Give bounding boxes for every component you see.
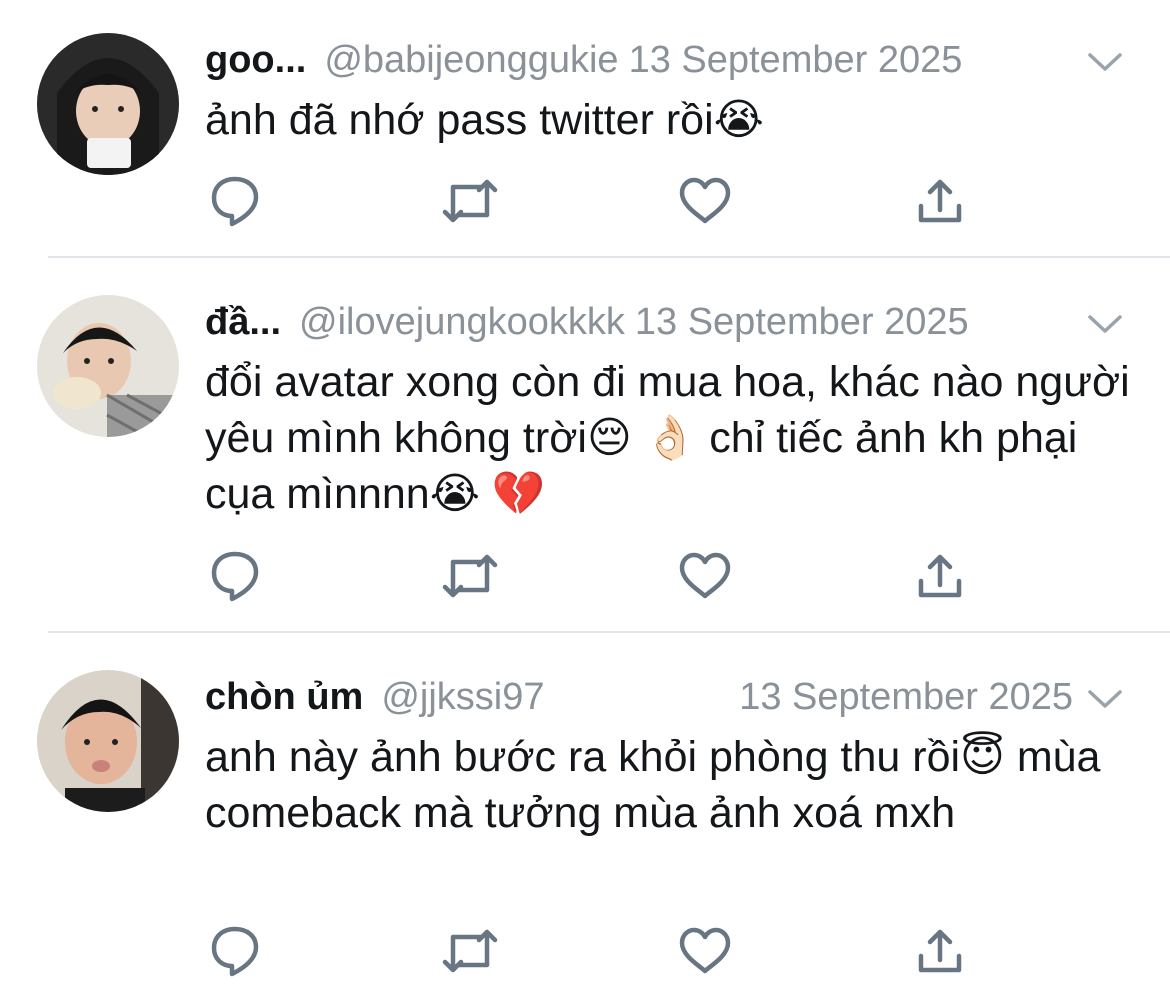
retweet-button[interactable] (440, 548, 500, 604)
username-handle[interactable]: @babijeonggukie (324, 39, 618, 81)
like-button[interactable] (675, 173, 735, 229)
retweet-icon (442, 554, 498, 598)
heart-icon (679, 552, 731, 599)
tweet-text: ảnh đã nhớ pass twitter rồi😭 (205, 96, 764, 144)
tweet-text: anh này ảnh bước ra khỏi phòng thu rồi😇 … (205, 733, 1101, 837)
reply-button[interactable] (205, 923, 265, 979)
heart-icon (679, 927, 731, 974)
tweet-header: chòn ủm @jjkssi97 13 September 2025 (205, 672, 1085, 722)
like-button[interactable] (675, 548, 735, 604)
display-name[interactable]: đầ... (205, 301, 281, 343)
tweet[interactable]: đầ... @ilovejungkookkkk 13 September 2025 … (0, 257, 1170, 633)
retweet-button[interactable] (440, 173, 500, 229)
heart-icon (679, 177, 731, 224)
tweet-actions (205, 548, 985, 604)
tweet-header: goo... @babijeonggukie 13 September 2025 (205, 35, 1085, 85)
chevron-down-icon[interactable] (1085, 683, 1125, 713)
avatar-photo (37, 295, 179, 437)
tweet[interactable]: chòn ủm @jjkssi97 13 September 2025 anh nà… (0, 632, 1170, 994)
reply-button[interactable] (205, 173, 265, 229)
tweet-text: đổi avatar xong còn đi mua hoa, khác nào… (205, 358, 1130, 518)
chevron-down-icon[interactable] (1085, 46, 1125, 76)
avatar-photo (37, 33, 179, 175)
avatar[interactable] (37, 33, 179, 175)
tweet-date[interactable]: 13 September 2025 (739, 672, 1073, 722)
reply-icon (211, 926, 259, 977)
tweet-actions (205, 923, 985, 979)
display-name[interactable]: chòn ủm (205, 676, 363, 718)
reply-icon (211, 551, 259, 602)
share-button[interactable] (910, 548, 970, 604)
username-handle[interactable]: @ilovejungkookkkk (299, 301, 625, 343)
share-button[interactable] (910, 173, 970, 229)
share-icon (918, 179, 962, 223)
tweet-date[interactable]: 13 September 2025 (629, 39, 963, 81)
avatar[interactable] (37, 670, 179, 812)
avatar-photo (37, 670, 179, 812)
tweet-date[interactable]: 13 September 2025 (635, 301, 969, 343)
reply-button[interactable] (205, 548, 265, 604)
tweet[interactable]: goo... @babijeonggukie 13 September 2025 ả… (0, 0, 1170, 258)
share-button[interactable] (910, 923, 970, 979)
reply-icon (211, 176, 259, 227)
retweet-button[interactable] (440, 923, 500, 979)
retweet-icon (442, 179, 498, 223)
share-icon (918, 554, 962, 598)
username-handle[interactable]: @jjkssi97 (381, 676, 544, 718)
chevron-down-icon[interactable] (1085, 308, 1125, 338)
like-button[interactable] (675, 923, 735, 979)
display-name[interactable]: goo... (205, 39, 306, 81)
tweet-header: đầ... @ilovejungkookkkk 13 September 2025 (205, 297, 1085, 347)
tweet-actions (205, 173, 985, 229)
retweet-icon (442, 929, 498, 973)
avatar[interactable] (37, 295, 179, 437)
share-icon (918, 929, 962, 973)
